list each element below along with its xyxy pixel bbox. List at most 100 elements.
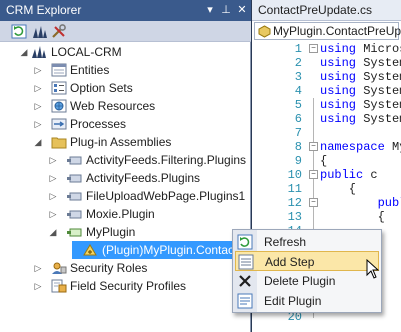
code-line: 5 using System [252,98,401,113]
folder-icon [51,137,67,149]
expand-arrow-icon[interactable]: ▷ [33,260,43,276]
code-text: publi [377,196,401,210]
assembly-icon [67,210,82,219]
assembly-icon [67,228,82,237]
close-icon[interactable]: ✕ [235,2,249,18]
security-roles-icon [52,262,67,274]
tree-node-label: ActivityFeeds.Filtering.Plugins [86,153,247,167]
assembly-icon [67,156,82,165]
add-step-icon [238,254,254,270]
line-number: 1 [294,42,302,56]
expand-arrow-icon[interactable]: ▷ [48,206,58,222]
tree-node-option-sets[interactable]: ▷ Option Sets [0,79,251,97]
type-navigation-dropdown[interactable]: MyPlugin.ContactPreUpda [254,22,401,40]
crm-connect-toolbar-icon[interactable] [32,24,48,39]
tree-node-label: Option Sets [70,81,133,95]
tree-node-field-security-profiles[interactable]: ▷ Field Security Profiles [0,277,251,295]
crm-explorer-panel: CRM Explorer ▾ ⊥ ✕ ◢ LOCAL-CRM ▷ Entitie… [0,0,265,332]
menu-item-label: Delete Plugin [264,274,336,288]
refresh-icon [237,234,253,250]
processes-icon [51,118,67,130]
field-security-icon [51,279,67,293]
refresh-toolbar-icon[interactable] [11,24,27,39]
tree-node-web-resources[interactable]: ▷ Web Resources [0,97,251,115]
line-number: 6 [294,112,302,126]
tree-node-assembly[interactable]: ▷ ActivityFeeds.Filtering.Plugins [0,151,251,169]
line-number: 12 [287,196,302,210]
tree-node-processes[interactable]: ▷ Processes [0,115,251,133]
code-text: using Microso [320,42,401,56]
tree-node-assembly[interactable]: ▷ Moxie.Plugin [0,205,251,223]
code-line: 8 − namespace My [252,140,401,155]
menu-item-label: Add Step [265,255,315,269]
code-text: namespace My [320,140,401,154]
line-number: 13 [287,210,302,224]
collapse-arrow-icon[interactable]: ◢ [19,44,29,60]
tools-toolbar-icon[interactable] [51,24,67,39]
tree-node-assembly-myplugin[interactable]: ◢ MyPlugin [0,223,251,241]
line-number: 8 [294,140,302,154]
code-text: using System [320,112,401,126]
expand-arrow-icon[interactable]: ▷ [48,170,58,186]
delete-icon [239,275,251,287]
expand-arrow-icon[interactable]: ▷ [48,188,58,204]
window-position-dropdown-icon[interactable]: ▾ [203,2,217,18]
tree-node-plugin-selected[interactable]: (Plugin)MyPlugin.ContactPreU [0,241,265,259]
assembly-icon [67,174,82,183]
menu-item-edit-plugin[interactable]: Edit Plugin [235,291,379,311]
code-text: { [320,182,357,196]
expand-arrow-icon[interactable]: ▷ [33,98,43,114]
tree-node-assembly[interactable]: ▷ ActivityFeeds.Plugins [0,169,251,187]
edit-icon [237,293,253,309]
crm-explorer-title: CRM Explorer [6,3,82,17]
collapse-arrow-icon[interactable]: ◢ [48,224,58,240]
expand-arrow-icon[interactable]: ▷ [33,80,43,96]
code-line: 12 − publi [252,196,401,211]
collapse-arrow-icon[interactable]: ◢ [33,134,43,150]
class-icon [258,25,271,38]
expand-arrow-icon[interactable]: ▷ [33,278,43,294]
line-number: 3 [294,70,302,84]
menu-item-delete-plugin[interactable]: Delete Plugin [235,271,379,291]
fold-toggle-icon[interactable]: − [309,198,318,207]
expand-arrow-icon[interactable]: ▷ [33,116,43,132]
tree-node-root[interactable]: ◢ LOCAL-CRM [0,43,251,61]
menu-item-refresh[interactable]: Refresh [235,232,379,252]
plugin-icon [83,244,97,256]
code-line: 2 using System [252,56,401,71]
crm-explorer-titlebar: CRM Explorer ▾ ⊥ ✕ [0,0,251,21]
editor-tab[interactable]: ContactPreUpdate.cs [252,0,401,21]
code-line: 11 { [252,182,401,197]
line-number: 5 [294,98,302,112]
option-sets-icon [51,81,67,95]
menu-item-add-step[interactable]: Add Step [235,251,379,271]
fold-toggle-icon[interactable]: − [309,170,318,179]
tree-node-label: Field Security Profiles [70,279,187,293]
line-number: 4 [294,84,302,98]
tree-node-label: Entities [70,63,110,77]
tree-node-label: FileUploadWebPage.Plugins1 [86,189,246,203]
expand-arrow-icon[interactable]: ▷ [48,152,58,168]
menu-item-label: Refresh [264,235,307,249]
tree-node-plugin-assemblies[interactable]: ◢ Plug-in Assemblies [0,133,251,151]
code-line: 9 { [252,154,401,169]
tree-node-label: Processes [70,117,127,131]
code-line: 3 using System [252,70,401,85]
line-number: 11 [287,182,302,196]
fold-toggle-icon[interactable]: − [309,142,318,151]
fold-toggle-icon[interactable]: − [309,44,318,53]
entities-icon [51,63,67,77]
line-number: 10 [287,168,302,182]
code-line: 13 { [252,210,401,225]
expand-arrow-icon[interactable]: ▷ [33,62,43,78]
tree-node-label: ActivityFeeds.Plugins [86,171,201,185]
tree-node-security-roles[interactable]: ▷ Security Roles [0,259,251,277]
tree-node-assembly[interactable]: ▷ FileUploadWebPage.Plugins1 [0,187,251,205]
tree-node-label: Security Roles [70,261,148,275]
tree-node-entities[interactable]: ▷ Entities [0,61,251,79]
type-navigation-label: MyPlugin.ContactPreUpda [273,24,401,38]
auto-hide-pin-icon[interactable]: ⊥ [219,2,233,18]
code-line: 6 using System [252,112,401,127]
editor-tab-label: ContactPreUpdate.cs [258,3,373,17]
assembly-icon [67,192,82,201]
